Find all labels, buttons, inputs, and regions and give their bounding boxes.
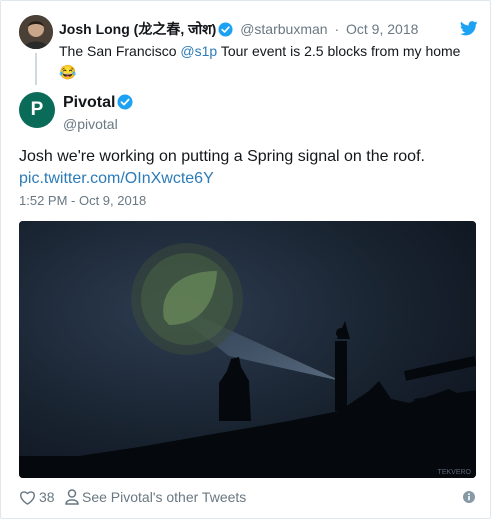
- author-name[interactable]: Pivotal: [63, 94, 115, 111]
- heart-icon: [20, 491, 35, 505]
- twitter-bird-icon[interactable]: [459, 21, 478, 41]
- tweet-timestamp[interactable]: 1:52 PM - Oct 9, 2018: [19, 193, 146, 209]
- avatar[interactable]: [19, 15, 53, 49]
- laughing-emoji: 😂: [59, 64, 77, 80]
- reply-text: The San Francisco @s1p Tour event is 2.5…: [59, 41, 479, 83]
- reply-text-part: Tour event is 2.5 blocks from my home: [217, 43, 461, 59]
- author-name[interactable]: Josh Long (龙之春, जोश): [59, 21, 216, 37]
- info-icon[interactable]: [463, 490, 475, 508]
- verified-badge-icon: [218, 22, 233, 41]
- separator-dot: ·: [334, 21, 340, 37]
- thread-connector-line: [35, 53, 37, 85]
- media-link[interactable]: pic.twitter.com/OInXwcte6Y: [19, 167, 214, 190]
- reply-date[interactable]: Oct 9, 2018: [346, 21, 418, 37]
- verified-badge-icon: [117, 94, 133, 116]
- person-icon: [65, 489, 79, 505]
- pivotal-avatar[interactable]: P: [19, 92, 55, 128]
- reply-text-part: The San Francisco: [59, 43, 181, 59]
- like-button[interactable]: 38: [19, 488, 55, 506]
- tweet-text: Josh we're working on putting a Spring s…: [19, 148, 425, 165]
- author-handle[interactable]: @pivotal: [63, 115, 118, 133]
- author-handle[interactable]: @starbuxman: [240, 21, 327, 37]
- mention-link[interactable]: @s1p: [180, 43, 217, 59]
- like-count: 38: [39, 489, 55, 505]
- tweet-media-image[interactable]: TEKVERO: [19, 221, 476, 478]
- embedded-tweet-card: Josh Long (龙之春, जोश) @starbuxman · Oct 9…: [0, 0, 491, 519]
- see-other-tweets-label: See Pivotal's other Tweets: [82, 489, 247, 505]
- media-watermark: TEKVERO: [438, 469, 472, 476]
- see-other-tweets-link[interactable]: See Pivotal's other Tweets: [65, 488, 246, 506]
- reply-header: Josh Long (龙之春, जोश) @starbuxman · Oct 9…: [59, 20, 418, 41]
- author-name-line: Pivotal: [63, 93, 133, 116]
